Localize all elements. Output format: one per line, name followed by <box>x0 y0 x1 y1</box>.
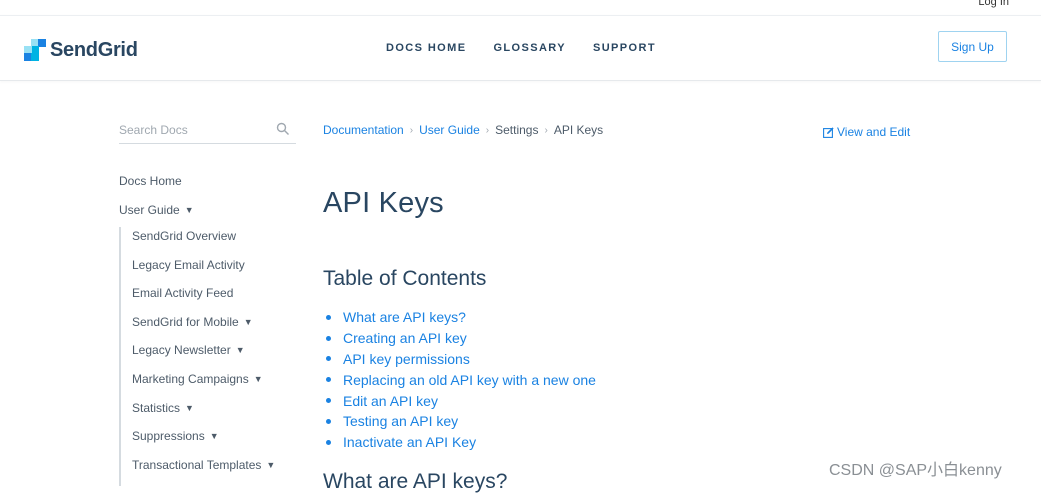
bullet-icon <box>326 314 331 320</box>
caret-down-icon: ▼ <box>184 205 194 215</box>
toc-link-inactivate-an-api-key[interactable]: Inactivate an API Key <box>343 433 476 451</box>
toc-link-testing-an-api-key[interactable]: Testing an API key <box>343 412 458 430</box>
sign-up-button[interactable]: Sign Up <box>938 31 1007 62</box>
bullet-icon <box>326 418 331 424</box>
bullet-icon <box>326 398 331 404</box>
view-and-edit-link[interactable]: View and Edit <box>823 125 910 139</box>
brand-name: SendGrid <box>50 38 138 61</box>
toc-item: Testing an API key <box>323 411 596 432</box>
sidebar: Docs Home User Guide ▼ SendGrid Overview … <box>119 172 275 486</box>
search-docs <box>119 118 296 144</box>
sidebar-item-statistics[interactable]: Statistics ▼ <box>132 399 275 428</box>
sendgrid-logo-icon <box>24 39 46 61</box>
page-title: API Keys <box>323 187 444 219</box>
sidebar-item-label: SendGrid Overview <box>132 229 237 243</box>
search-input[interactable] <box>119 123 269 137</box>
sidebar-item-label: User Guide <box>119 203 180 217</box>
sidebar-item-label: Suppressions <box>132 429 205 444</box>
breadcrumb-user-guide[interactable]: User Guide <box>419 123 480 137</box>
view-and-edit-label: View and Edit <box>837 125 911 139</box>
nav-support[interactable]: SUPPORT <box>593 42 656 54</box>
sidebar-item-sendgrid-for-mobile[interactable]: SendGrid for Mobile ▼ <box>132 313 275 342</box>
toc-link-replacing-api-key[interactable]: Replacing an old API key with a new one <box>343 371 596 389</box>
sidebar-item-label: Transactional Templates <box>132 457 262 472</box>
toc-item: Creating an API key <box>323 328 596 349</box>
sidebar-item-label: Legacy Email Activity <box>132 257 245 272</box>
sidebar-item-label: Email Activity Feed <box>132 286 234 301</box>
sidebar-item-docs-home[interactable]: Docs Home <box>119 172 194 201</box>
top-navbar: SendGrid DOCS HOME GLOSSARY SUPPORT Sign… <box>0 15 1041 81</box>
login-link[interactable]: Log In <box>978 0 1009 8</box>
toc-link-creating-an-api-key[interactable]: Creating an API key <box>343 329 467 347</box>
nav-glossary[interactable]: GLOSSARY <box>493 42 566 54</box>
sidebar-item-label: SendGrid for Mobile <box>132 314 239 329</box>
sidebar-item-label: Legacy Newsletter <box>132 343 231 358</box>
caret-down-icon: ▼ <box>243 316 253 327</box>
sidebar-item-label: Marketing Campaigns <box>132 371 249 386</box>
toc-link-api-key-permissions[interactable]: API key permissions <box>343 350 470 368</box>
toc-item: API key permissions <box>323 349 596 370</box>
sidebar-item-legacy-email-activity[interactable]: Legacy Email Activity <box>132 256 275 285</box>
sidebar-item-transactional-templates[interactable]: Transactional Templates ▼ <box>132 456 275 485</box>
breadcrumb-separator: › <box>485 124 490 136</box>
toc-item: Replacing an old API key with a new one <box>323 369 596 390</box>
caret-down-icon: ▼ <box>185 402 194 413</box>
toc-heading: Table of Contents <box>323 267 487 290</box>
brand-logo[interactable]: SendGrid <box>24 38 138 62</box>
sidebar-item-label: Statistics <box>132 400 181 415</box>
sidebar-item-sendgrid-overview[interactable]: SendGrid Overview <box>132 227 275 256</box>
watermark: CSDN @SAP小白kenny <box>829 462 1002 479</box>
toc-item: Inactivate an API Key <box>323 432 596 453</box>
sidebar-item-marketing-campaigns[interactable]: Marketing Campaigns ▼ <box>132 370 275 399</box>
caret-down-icon: ▼ <box>209 431 219 442</box>
section-heading: What are API keys? <box>323 470 508 493</box>
bullet-icon <box>326 377 331 383</box>
nav-docs-home[interactable]: DOCS HOME <box>386 42 466 54</box>
sidebar-item-user-guide[interactable]: User Guide ▼ <box>119 201 194 230</box>
caret-down-icon: ▼ <box>235 345 245 356</box>
top-nav: DOCS HOME GLOSSARY SUPPORT <box>386 42 656 54</box>
sidebar-item-label: Docs Home <box>119 174 182 188</box>
bullet-icon <box>326 356 331 362</box>
caret-down-icon: ▼ <box>266 459 276 470</box>
toc-item: What are API keys? <box>323 307 596 328</box>
toc-item: Edit an API key <box>323 390 596 411</box>
table-of-contents: What are API keys? Creating an API key A… <box>323 307 596 453</box>
toc-link-edit-an-api-key[interactable]: Edit an API key <box>343 392 438 410</box>
sidebar-submenu: SendGrid Overview Legacy Email Activity … <box>119 227 275 486</box>
bullet-icon <box>326 439 331 445</box>
sidebar-item-email-activity-feed[interactable]: Email Activity Feed <box>132 284 275 313</box>
edit-icon <box>823 126 834 138</box>
sidebar-item-legacy-newsletter[interactable]: Legacy Newsletter ▼ <box>132 341 275 370</box>
bullet-icon <box>326 335 331 341</box>
breadcrumb-current: API Keys <box>553 123 604 137</box>
sidebar-item-suppressions[interactable]: Suppressions ▼ <box>132 427 275 456</box>
breadcrumb: Documentation › User Guide › Settings › … <box>323 123 603 137</box>
caret-down-icon: ▼ <box>253 373 263 384</box>
breadcrumb-documentation[interactable]: Documentation <box>323 123 404 137</box>
breadcrumb-settings: Settings <box>495 123 539 137</box>
breadcrumb-separator: › <box>544 124 548 136</box>
search-icon[interactable] <box>276 122 290 136</box>
toc-link-what-are-api-keys[interactable]: What are API keys? <box>343 308 466 326</box>
breadcrumb-separator: › <box>409 124 414 136</box>
